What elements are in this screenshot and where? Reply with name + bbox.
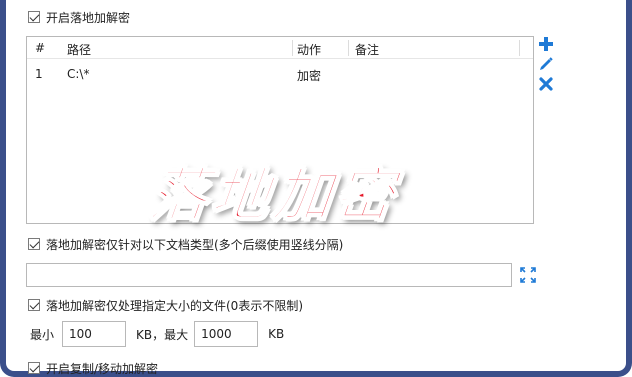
pencil-icon[interactable] [538,56,554,72]
min-size-input[interactable]: 100 [62,321,127,347]
column-separator[interactable] [348,40,349,56]
size-limit-label: 落地加解密仅处理指定大小的文件(0表示不限制) [46,298,303,313]
column-header-index: # [35,41,46,55]
doc-types-input[interactable] [26,263,512,287]
column-separator[interactable] [292,40,293,56]
x-icon[interactable] [538,76,554,92]
row-path: C:\* [67,67,90,81]
copy-move-decrypt-checkbox[interactable]: 开启复制/移动加解密 [28,359,158,377]
min-size-label: 最小 [30,327,55,342]
watermark-text: 落地加密 [145,160,402,230]
column-separator[interactable] [519,40,520,56]
size-limit-checkbox[interactable]: 落地加解密仅处理指定大小的文件(0表示不限制) [28,296,303,314]
expand-icon[interactable] [519,266,537,284]
checkbox-checked[interactable] [28,11,40,23]
plus-icon[interactable] [538,36,554,52]
row-index: 1 [35,67,43,81]
doc-types-checkbox[interactable]: 落地加解密仅针对以下文档类型(多个后缀使用竖线分隔) [28,235,343,253]
column-header-remark: 备注 [355,43,380,57]
table-actions [538,36,554,96]
column-header-path: 路径 [67,43,92,57]
column-header-action: 动作 [297,43,322,57]
copy-move-decrypt-label: 开启复制/移动加解密 [46,361,159,376]
enable-local-decrypt-checkbox[interactable]: 开启落地加解密 [28,8,130,26]
table-row[interactable]: 1 C:\* 加密 [27,63,533,85]
checkbox-checked[interactable] [28,238,40,250]
row-action: 加密 [297,69,322,83]
table-header: # 路径 动作 备注 [27,37,533,59]
doc-types-label: 落地加解密仅针对以下文档类型(多个后缀使用竖线分隔) [46,237,344,252]
enable-local-decrypt-label: 开启落地加解密 [46,10,131,25]
max-size-input[interactable]: 1000 [194,321,259,347]
checkbox-checked[interactable] [28,299,40,311]
size-range-row: 最小 100 KB，最大 1000 KB [30,321,284,347]
size-unit-label: KB [268,327,285,341]
checkbox-checked[interactable] [28,362,40,374]
max-size-label: KB，最大 [136,327,189,342]
